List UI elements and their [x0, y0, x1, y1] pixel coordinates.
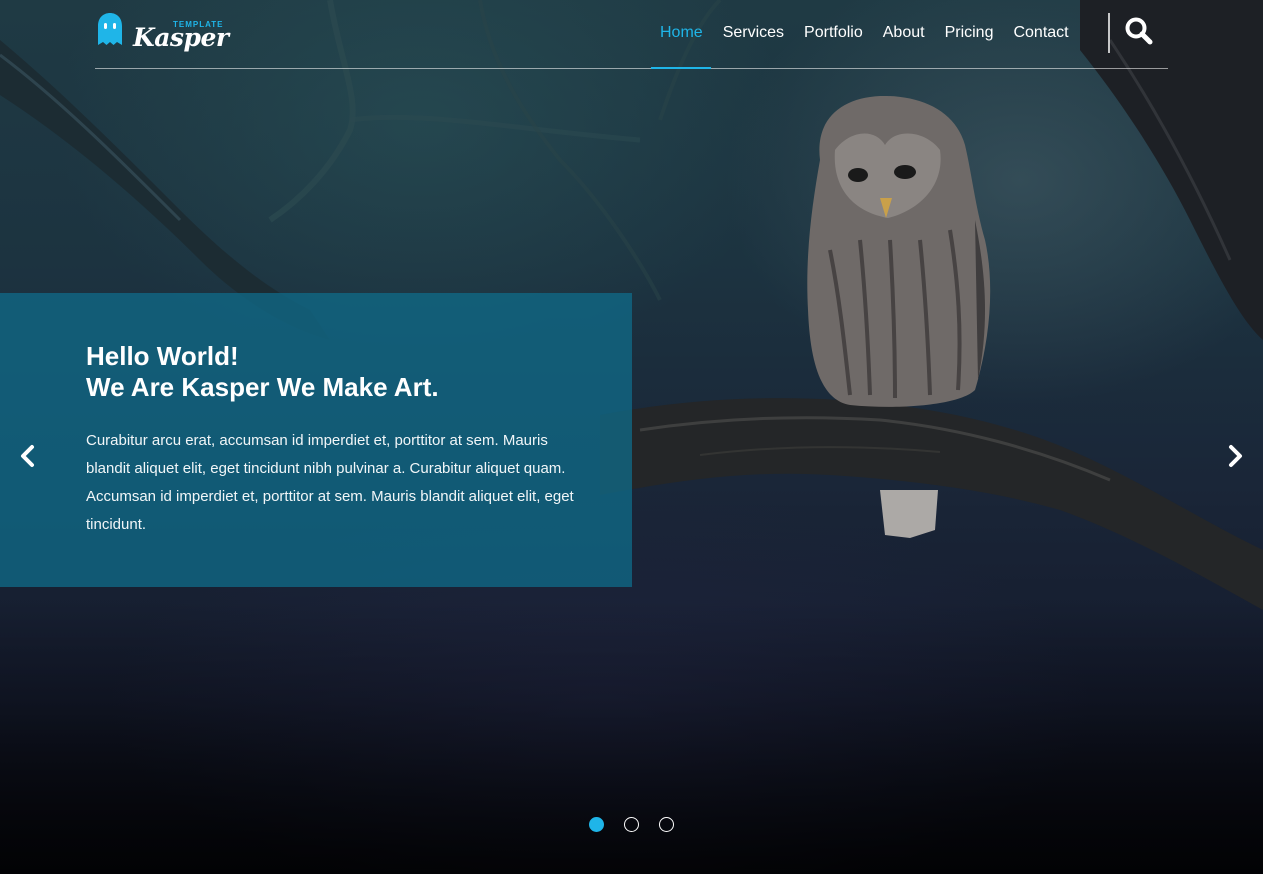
nav-link-services[interactable]: Services — [723, 22, 784, 46]
slide-dot-3[interactable] — [659, 817, 674, 832]
nav-divider — [1108, 13, 1110, 53]
chevron-right-icon[interactable] — [1223, 444, 1247, 468]
header-divider — [95, 68, 1168, 69]
hero-title: Hello World! We Are Kasper We Make Art. — [86, 341, 582, 403]
hero-caption: Hello World! We Are Kasper We Make Art. … — [0, 293, 632, 587]
hero-description: Curabitur arcu erat, accumsan id imperdi… — [86, 432, 574, 533]
logo-name: Kasper — [133, 23, 229, 52]
nav-link-portfolio[interactable]: Portfolio — [804, 22, 863, 46]
nav-link-about[interactable]: About — [883, 22, 925, 46]
slide-dot-2[interactable] — [624, 817, 639, 832]
slider-pagination — [589, 817, 694, 832]
search-icon[interactable] — [1124, 16, 1154, 46]
chevron-left-icon[interactable] — [16, 444, 40, 468]
nav-link-home[interactable]: Home — [660, 22, 703, 46]
ghost-logo-icon — [98, 13, 122, 45]
slide-dot-1[interactable] — [589, 817, 604, 832]
nav-link-pricing[interactable]: Pricing — [945, 22, 994, 46]
active-nav-indicator — [651, 67, 711, 69]
logo[interactable]: TEMPLATE Kasper — [95, 12, 229, 54]
hero-title-line2: We Are Kasper We Make Art. — [86, 372, 439, 402]
main-nav: Home Services Portfolio About Pricing Co… — [650, 22, 1089, 46]
nav-link-contact[interactable]: Contact — [1013, 22, 1068, 46]
hero-slider: TEMPLATE Kasper Home Services Portfolio … — [0, 0, 1263, 874]
hero-title-line1: Hello World! — [86, 341, 239, 371]
